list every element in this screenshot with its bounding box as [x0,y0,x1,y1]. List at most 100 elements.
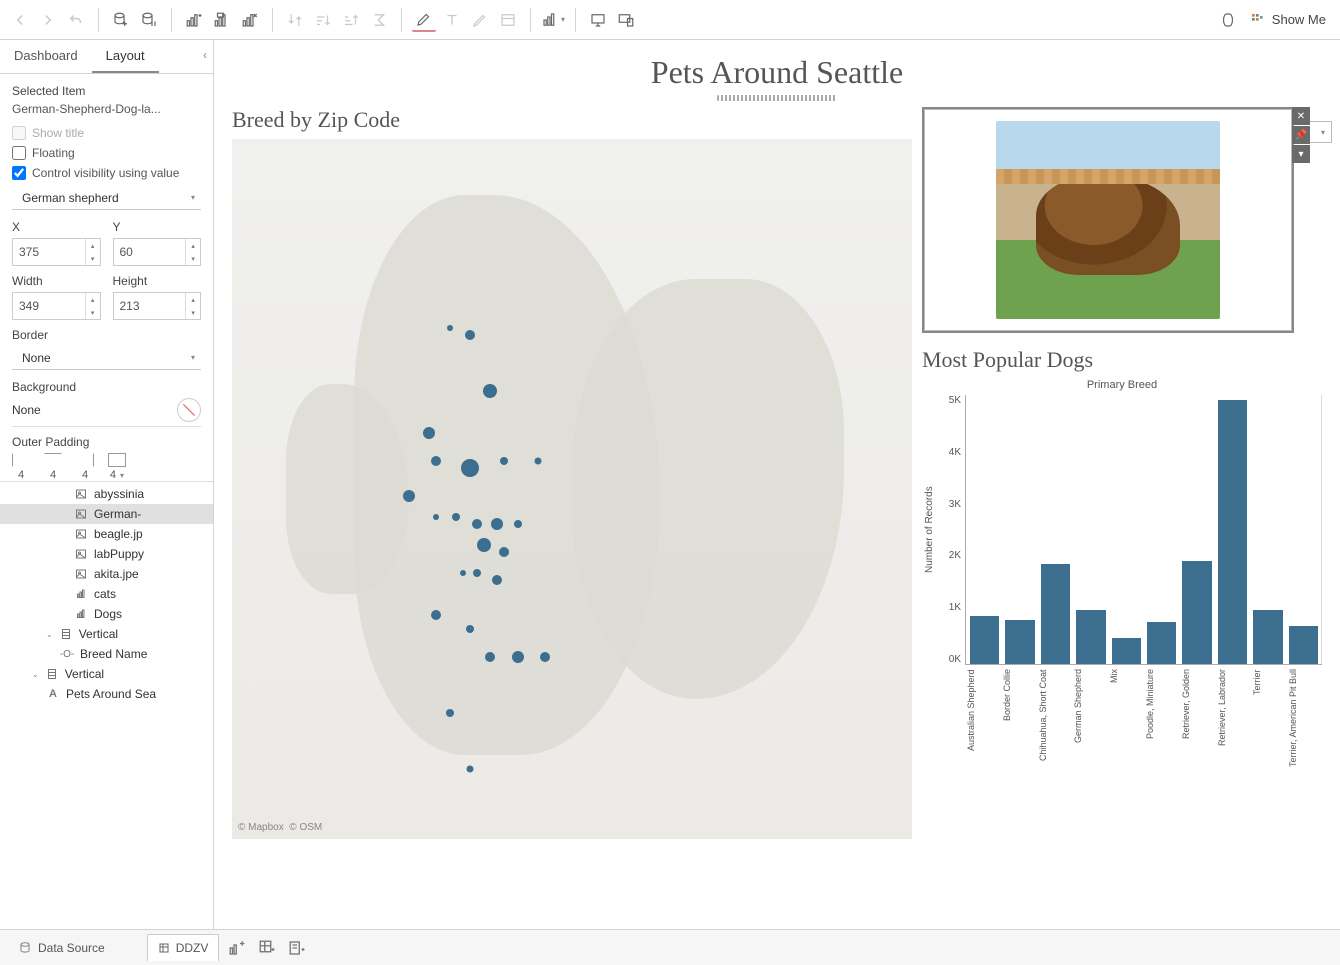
data-source-tab[interactable]: Data Source [8,935,115,961]
show-title-checkbox[interactable]: Show title [12,126,201,140]
new-story-tab-icon[interactable] [285,936,309,960]
top-toolbar: ▾ Show Me [0,0,1340,40]
bar[interactable] [970,616,999,664]
tree-item[interactable]: beagle.jp [0,524,213,544]
map-point[interactable] [485,652,495,662]
tree-item[interactable]: ⌄Vertical [0,664,213,684]
map-point[interactable] [473,569,481,577]
bar[interactable] [1041,564,1070,664]
guide-icon[interactable] [1216,8,1240,32]
control-visibility-checkbox[interactable]: Control visibility using value [12,166,201,180]
annotate-icon[interactable] [468,8,492,32]
resize-handle-icon[interactable] [717,95,837,101]
bar-chart[interactable]: Number of Records 5K4K3K2K1K0K [922,395,1322,665]
collapse-pane-icon[interactable]: ‹ [197,40,213,73]
map-point[interactable] [431,610,441,620]
map-point[interactable] [499,547,509,557]
map-point[interactable] [447,325,453,331]
undo-icon[interactable] [64,8,88,32]
map-point[interactable] [423,427,435,439]
map-point[interactable] [491,518,503,530]
sort-desc-icon[interactable] [339,8,363,32]
x-input[interactable]: ▴▾ [12,238,101,266]
forward-icon[interactable] [36,8,60,32]
active-sheet-tab[interactable]: DDZV [147,934,220,961]
highlight-icon[interactable] [412,8,436,32]
bar[interactable] [1182,561,1211,664]
bar[interactable] [1005,620,1034,664]
selected-item-name: German-Shepherd-Dog-la... [12,102,201,116]
map-point[interactable] [465,330,475,340]
floating-checkbox[interactable]: Floating [12,146,201,160]
text-icon[interactable] [440,8,464,32]
chevron-down-icon[interactable]: ⌄ [46,630,53,639]
map-point[interactable] [472,519,482,529]
fit-icon[interactable]: ▾ [541,8,565,32]
map-point[interactable] [446,709,454,717]
tree-item[interactable]: German- [0,504,213,524]
map-point[interactable] [467,766,474,773]
object-menu-icon[interactable]: ▾ [1292,145,1310,163]
show-me-button[interactable]: Show Me [1244,12,1332,28]
map-point[interactable] [460,570,466,576]
map-point[interactable] [477,538,491,552]
visibility-value-dropdown[interactable]: German shepherd▾ [12,186,201,210]
tab-layout[interactable]: Layout [92,40,159,73]
map-point[interactable] [403,490,415,502]
chevron-down-icon[interactable]: ⌄ [32,670,39,679]
height-input[interactable]: ▴▾ [113,292,202,320]
map-point[interactable] [500,457,508,465]
swap-icon[interactable] [283,8,307,32]
new-dashboard-tab-icon[interactable] [255,936,279,960]
layout-tree[interactable]: abyssiniaGerman-beagle.jplabPuppyakita.j… [0,481,213,929]
back-icon[interactable] [8,8,32,32]
tree-item[interactable]: APets Around Sea [0,684,213,704]
pause-datasource-icon[interactable] [137,8,161,32]
sort-asc-icon[interactable] [311,8,335,32]
tree-item[interactable]: Dogs [0,604,213,624]
background-none-icon[interactable] [177,398,201,422]
map-point[interactable] [535,458,542,465]
dashboard-canvas[interactable]: Pets Around Seattle Breed by Zip Code © … [214,40,1340,929]
tree-item[interactable]: akita.jpe [0,564,213,584]
tree-item[interactable]: -O-Breed Name [0,644,213,664]
remove-object-icon[interactable]: ✕ [1292,107,1310,125]
map-point[interactable] [466,625,474,633]
new-worksheet-tab-icon[interactable] [225,936,249,960]
layout-container-icon[interactable] [496,8,520,32]
tab-dashboard[interactable]: Dashboard [0,40,92,73]
map-point[interactable] [431,456,441,466]
map-point[interactable] [452,513,460,521]
new-datasource-icon[interactable] [109,8,133,32]
device-preview-icon[interactable] [614,8,638,32]
new-sheet-icon[interactable] [182,8,206,32]
map-point[interactable] [540,652,550,662]
map-point[interactable] [461,459,479,477]
tree-item[interactable]: abyssinia [0,484,213,504]
outer-padding-controls[interactable]: 4 4 4 4▾ [12,453,201,481]
bar[interactable] [1076,610,1105,664]
duplicate-sheet-icon[interactable] [210,8,234,32]
presentation-icon[interactable] [586,8,610,32]
map-point[interactable] [514,520,522,528]
bar[interactable] [1218,400,1247,664]
image-object[interactable]: ✕ 📌 ▾ [922,107,1294,333]
tree-item[interactable]: ⌄Vertical [0,624,213,644]
map-point[interactable] [433,514,439,520]
border-dropdown[interactable]: None▾ [12,346,201,370]
totals-icon[interactable] [367,8,391,32]
map-point[interactable] [483,384,497,398]
map-point[interactable] [492,575,502,585]
bar[interactable] [1289,626,1318,664]
bar[interactable] [1253,610,1282,664]
width-input[interactable]: ▴▾ [12,292,101,320]
pin-object-icon[interactable]: 📌 [1292,126,1310,144]
bar[interactable] [1147,622,1176,664]
tree-item[interactable]: labPuppy [0,544,213,564]
bar[interactable] [1112,638,1141,664]
y-input[interactable]: ▴▾ [113,238,202,266]
map-point[interactable] [512,651,524,663]
map-view[interactable]: © Mapbox © OSM [232,139,912,839]
tree-item[interactable]: cats [0,584,213,604]
clear-sheet-icon[interactable] [238,8,262,32]
